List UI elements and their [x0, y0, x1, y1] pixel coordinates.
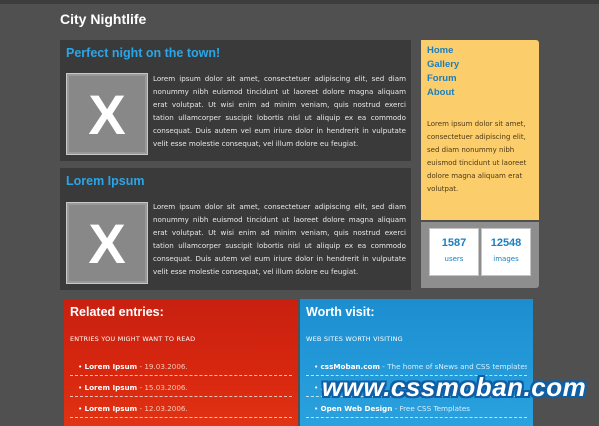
stat-value: 1587 [441, 237, 467, 249]
nav-home-link[interactable]: Home [427, 44, 459, 58]
image-glyph: X [88, 84, 125, 144]
worth-visit-title: Worth visit: [306, 305, 375, 319]
panel-title: Perfect night on the town! [66, 46, 221, 60]
nav-gallery-link[interactable]: Gallery [427, 58, 459, 72]
site-description: - Free CSS Templates [392, 404, 470, 413]
entry-date: - 12.03.2006. [137, 404, 188, 413]
site-title: City Nightlife [60, 11, 147, 27]
site-description: - The home of sNews and CSS templates [379, 362, 527, 371]
entry-date: - 19.03.2006. [137, 362, 188, 371]
sidebar: Home Gallery Forum About Lorem ipsum dol… [421, 40, 539, 220]
x-icon: X [88, 213, 125, 273]
panel-text: Lorem ipsum dolor sit amet, consectetuer… [153, 202, 406, 276]
stats-box: 1587 users 12548 images [421, 222, 539, 288]
related-entries-subtitle: ENTRIES YOU MIGHT WANT TO READ [70, 335, 196, 343]
nav-about-link[interactable]: About [427, 86, 459, 100]
worth-visit-panel: Worth visit: WEB SITES WORTH VISITING • … [300, 299, 533, 426]
related-entries-title: Related entries: [70, 305, 164, 319]
nav-forum-link[interactable]: Forum [427, 72, 459, 86]
list-item[interactable]: • Lorem Ipsum - 19.03.2006. [70, 355, 292, 376]
stat-label: users [444, 255, 464, 263]
entry-title[interactable]: Lorem Ipsum [85, 362, 138, 371]
related-entries-list: • Lorem Ipsum - 19.03.2006. • Lorem Ipsu… [70, 355, 292, 418]
content-panel: Lorem Ipsum X Lorem ipsum dolor sit amet… [60, 168, 411, 290]
main-nav: Home Gallery Forum About [427, 44, 459, 100]
stat-users: 1587 users [429, 228, 479, 276]
list-item[interactable]: • Lorem Ipsum - 12.03.2006. [70, 397, 292, 418]
entry-date: - 15.03.2006. [137, 383, 188, 392]
top-strip [0, 0, 599, 4]
panel-title: Lorem Ipsum [66, 174, 145, 188]
stat-value: 12548 [490, 237, 522, 249]
related-entries-panel: Related entries: ENTRIES YOU MIGHT WANT … [64, 299, 298, 426]
x-icon: X [88, 84, 125, 144]
worth-visit-subtitle: WEB SITES WORTH VISITING [306, 335, 403, 343]
watermark: www.cssmoban.com [322, 372, 587, 402]
placeholder-image: X [66, 73, 148, 155]
stat-images: 12548 images [481, 228, 531, 276]
site-link[interactable]: Open Web Design [321, 404, 393, 413]
entry-title[interactable]: Lorem Ipsum [85, 404, 138, 413]
site-link[interactable]: cssMoban.com [321, 362, 380, 371]
entry-title[interactable]: Lorem Ipsum [85, 383, 138, 392]
placeholder-image: X [66, 202, 148, 284]
sidebar-text: Lorem ipsum dolor sit amet, consectetuer… [427, 120, 527, 193]
content-panel: Perfect night on the town! X Lorem ipsum… [60, 40, 411, 161]
list-item[interactable]: • Lorem Ipsum - 15.03.2006. [70, 376, 292, 397]
image-glyph: X [88, 213, 125, 273]
stat-label: images [493, 255, 519, 263]
panel-text: Lorem ipsum dolor sit amet, consectetuer… [153, 74, 406, 148]
